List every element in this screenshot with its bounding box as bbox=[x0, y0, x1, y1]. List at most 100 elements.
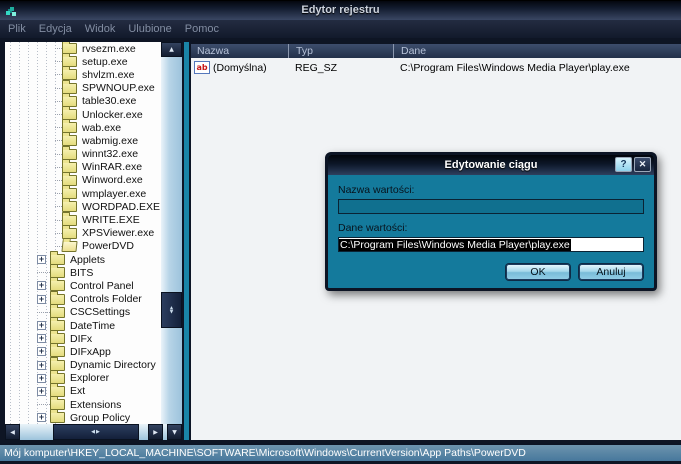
tree-item-label: Winword.exe bbox=[81, 174, 143, 186]
ok-button[interactable]: OK bbox=[506, 264, 570, 280]
tree-connector-line bbox=[55, 220, 62, 221]
tree-item[interactable]: WinRAR.exe bbox=[5, 161, 161, 174]
value-type: REG_SZ bbox=[288, 62, 393, 74]
tree-item[interactable]: winnt32.exe bbox=[5, 148, 161, 161]
tree-item-label: CSCSettings bbox=[69, 306, 130, 318]
column-header-typ[interactable]: Typ bbox=[288, 44, 393, 58]
dialog-titlebar[interactable]: Edytowanie ciągu ? ✕ bbox=[328, 155, 654, 175]
tree-connector-line bbox=[55, 167, 62, 168]
scroll-up-button[interactable]: ▲ bbox=[161, 42, 182, 57]
tree-item[interactable]: +Control Panel bbox=[5, 279, 161, 292]
tree-connector-line bbox=[55, 206, 62, 207]
window-titlebar[interactable]: Edytor rejestru bbox=[0, 0, 681, 20]
tree-item[interactable]: Unlocker.exe bbox=[5, 108, 161, 121]
tree-item[interactable]: +DateTime bbox=[5, 319, 161, 332]
expand-toggle-icon[interactable]: + bbox=[37, 295, 46, 304]
expand-toggle-icon[interactable]: + bbox=[37, 413, 46, 422]
registry-tree[interactable]: rvsezm.exesetup.exeshvlzm.exeSPWNOUP.exe… bbox=[5, 42, 161, 424]
tree-item-label: Dynamic Directory bbox=[69, 359, 156, 371]
tree-item[interactable]: CSCSettings bbox=[5, 306, 161, 319]
expand-toggle-icon[interactable]: + bbox=[37, 334, 46, 343]
scroll-left-button[interactable]: ◀ bbox=[5, 424, 20, 440]
tree-item[interactable]: wabmig.exe bbox=[5, 134, 161, 147]
dialog-help-button[interactable]: ? bbox=[615, 157, 632, 172]
tree-item[interactable]: shvlzm.exe bbox=[5, 68, 161, 81]
value-data-input[interactable]: C:\Program Files\Windows Media Player\pl… bbox=[338, 237, 644, 252]
scroll-right-button[interactable]: ▶ bbox=[148, 424, 163, 440]
tree-connector-line bbox=[55, 154, 62, 155]
tree-item-label: table30.exe bbox=[81, 95, 136, 107]
tree-item[interactable]: setup.exe bbox=[5, 55, 161, 68]
menu-item[interactable]: Pomoc bbox=[185, 23, 219, 35]
tree-item[interactable]: PowerDVD bbox=[5, 240, 161, 253]
tree-item[interactable]: +Applets bbox=[5, 253, 161, 266]
expand-toggle-icon[interactable]: + bbox=[37, 347, 46, 356]
tree-horizontal-scrollbar[interactable]: ◀ ◀▶ ▶ ▼ bbox=[5, 424, 182, 440]
folder-icon bbox=[50, 360, 65, 371]
tree-connector-line bbox=[37, 312, 50, 313]
column-header-dane[interactable]: Dane bbox=[393, 44, 681, 58]
tree-connector-line bbox=[55, 233, 62, 234]
tree-item[interactable]: +Ext bbox=[5, 385, 161, 398]
tree-item[interactable]: + DIFxApp bbox=[5, 345, 161, 358]
tree-item[interactable]: WORDPAD.EXE bbox=[5, 200, 161, 213]
string-value-icon: ab bbox=[194, 61, 210, 74]
horizontal-scrollbar-thumb[interactable]: ◀▶ bbox=[53, 424, 139, 440]
tree-item-label: winnt32.exe bbox=[81, 148, 138, 160]
close-icon: ✕ bbox=[639, 159, 647, 170]
tree-item[interactable]: +Group Policy bbox=[5, 411, 161, 424]
dialog-close-button[interactable]: ✕ bbox=[634, 157, 651, 172]
folder-icon bbox=[62, 215, 77, 226]
tree-item[interactable]: + Controls Folder bbox=[5, 293, 161, 306]
expand-toggle-icon[interactable]: + bbox=[37, 255, 46, 264]
tree-item-label: WORDPAD.EXE bbox=[81, 201, 160, 213]
tree-item[interactable]: wmplayer.exe bbox=[5, 187, 161, 200]
panel-splitter[interactable] bbox=[182, 42, 191, 440]
menu-item[interactable]: Plik bbox=[8, 23, 26, 35]
column-header-nazwa[interactable]: Nazwa bbox=[191, 44, 288, 58]
tree-connector-line bbox=[55, 114, 62, 115]
tree-item[interactable]: XPSViewer.exe bbox=[5, 227, 161, 240]
tree-item[interactable]: table30.exe bbox=[5, 95, 161, 108]
tree-vertical-scrollbar[interactable]: ▲ ▲ ▼ bbox=[161, 42, 182, 424]
menu-item[interactable]: Ulubione bbox=[128, 23, 171, 35]
folder-open-icon bbox=[61, 241, 77, 252]
tree-item[interactable]: wab.exe bbox=[5, 121, 161, 134]
tree-item-label: DIFxApp bbox=[69, 346, 111, 358]
window-title: Edytor rejestru bbox=[0, 4, 681, 16]
expand-toggle-icon[interactable]: + bbox=[37, 374, 46, 383]
expand-toggle-icon[interactable]: + bbox=[37, 361, 46, 370]
tree-item[interactable]: + DIFx bbox=[5, 332, 161, 345]
expand-toggle-icon[interactable]: + bbox=[37, 281, 46, 290]
tree-item-label: setup.exe bbox=[81, 56, 128, 68]
scroll-down-button[interactable]: ▼ bbox=[167, 424, 182, 440]
left-arrow-icon: ◀ bbox=[10, 429, 15, 436]
tree-item-label: Extensions bbox=[69, 399, 121, 411]
tree-item[interactable]: Extensions bbox=[5, 398, 161, 411]
folder-icon bbox=[50, 280, 65, 291]
expand-toggle-icon[interactable]: + bbox=[37, 387, 46, 396]
tree-item-label: Controls Folder bbox=[69, 293, 142, 305]
tree-item[interactable]: rvsezm.exe bbox=[5, 42, 161, 55]
tree-item-label: DIFx bbox=[69, 333, 92, 345]
up-arrow-icon: ▲ bbox=[169, 46, 174, 53]
tree-item[interactable]: SPWNOUP.exe bbox=[5, 82, 161, 95]
expand-toggle-icon[interactable]: + bbox=[37, 321, 46, 330]
cancel-button[interactable]: Anuluj bbox=[579, 264, 643, 280]
value-name-input[interactable] bbox=[338, 199, 644, 214]
tree-item[interactable]: +Explorer bbox=[5, 372, 161, 385]
tree-item[interactable]: WRITE.EXE bbox=[5, 213, 161, 226]
tree-connector-line bbox=[55, 101, 62, 102]
registry-value-row[interactable]: ab (Domyślna) REG_SZ C:\Program Files\Wi… bbox=[191, 60, 681, 75]
menu-item[interactable]: Edycja bbox=[39, 23, 72, 35]
values-header-row: Nazwa Typ Dane bbox=[191, 44, 681, 58]
horizontal-scrollbar-track[interactable]: ◀▶ bbox=[20, 424, 148, 440]
value-name: (Domyślna) bbox=[213, 62, 267, 74]
menu-item[interactable]: Widok bbox=[85, 23, 116, 35]
question-mark-icon: ? bbox=[620, 159, 626, 170]
tree-item[interactable]: + Dynamic Directory bbox=[5, 359, 161, 372]
thumb-down-arrow-icon: ▼ bbox=[170, 311, 173, 314]
vertical-scrollbar-thumb[interactable]: ▲ ▼ bbox=[161, 292, 182, 328]
tree-item[interactable]: Winword.exe bbox=[5, 174, 161, 187]
tree-item[interactable]: BITS bbox=[5, 266, 161, 279]
